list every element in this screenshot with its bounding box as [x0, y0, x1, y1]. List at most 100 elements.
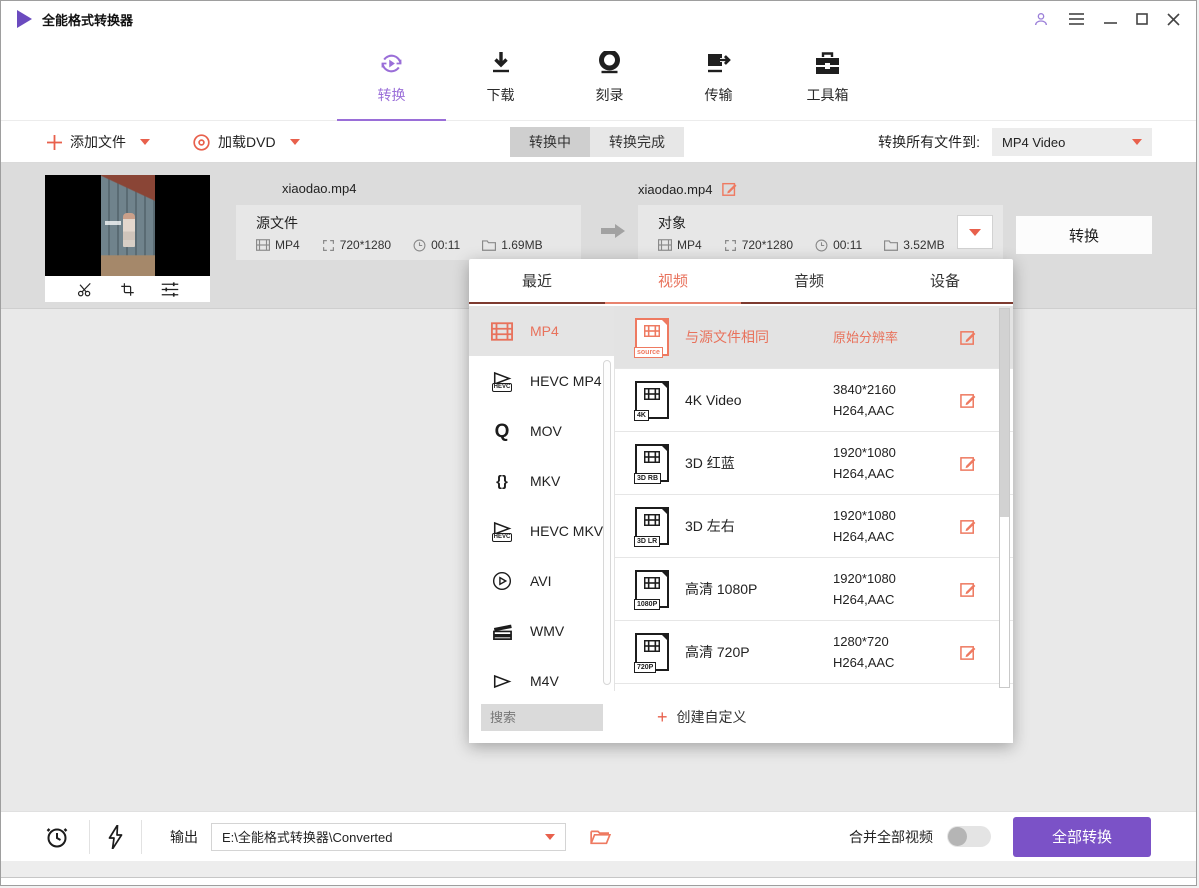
popup-tab-video[interactable]: 视频 [605, 259, 741, 302]
4k-preset-badge-icon: 4K [635, 381, 669, 419]
target-size: 3.52MB [903, 238, 944, 252]
toolbar: 添加文件 加载DVD 转换中 转换完成 转换所有文件到: MP4 Video [1, 121, 1196, 163]
preset-specs: 1920*1080H264,AAC [833, 442, 896, 484]
trim-scissors-icon[interactable] [77, 282, 94, 297]
preset-name: 高清 1080P [685, 579, 833, 599]
source-resolution: 720*1280 [340, 238, 391, 252]
divider [89, 820, 90, 854]
edit-preset-icon[interactable] [960, 455, 977, 472]
folder-icon [482, 239, 496, 251]
edit-preset-icon[interactable] [960, 581, 977, 598]
nav-tab-label: 下载 [487, 85, 515, 105]
format-label: MKV [530, 473, 560, 489]
nav-tab-transfer[interactable]: 传输 [664, 43, 773, 105]
title-bar: 全能格式转换器 [1, 1, 1196, 37]
popup-tab-audio[interactable]: 音频 [741, 259, 877, 302]
preset-row-3d-redblue[interactable]: 3D RB 3D 红蓝 1920*1080H264,AAC [615, 432, 1013, 495]
duration-clock-icon [413, 239, 426, 252]
preset-row-source[interactable]: source 与源文件相同 原始分辨率 [615, 306, 1013, 369]
maximize-icon[interactable] [1136, 13, 1148, 25]
nav-tab-burn[interactable]: 刻录 [555, 43, 664, 105]
tab-converted[interactable]: 转换完成 [590, 127, 684, 157]
preset-resolution: 原始分辨率 [833, 327, 898, 348]
film-icon [658, 239, 672, 251]
film-icon [256, 239, 270, 251]
convert-all-to-label: 转换所有文件到: [878, 132, 980, 152]
m4v-icon [487, 674, 517, 689]
preset-row-hd-1080p[interactable]: 1080P 高清 1080P 1920*1080H264,AAC [615, 558, 1013, 621]
format-item-m4v[interactable]: M4V [469, 656, 614, 691]
close-icon[interactable] [1167, 13, 1180, 26]
toggle-knob [948, 827, 967, 846]
format-list-scrollbar[interactable] [603, 360, 611, 685]
high-speed-icon[interactable] [108, 825, 123, 849]
target-panel-title: 对象 [658, 213, 1003, 233]
load-dvd-label: 加载DVD [218, 132, 276, 152]
dvd-icon [193, 134, 210, 151]
format-item-hevc-mp4[interactable]: HEVC HEVC MP4 [469, 356, 614, 406]
format-label: MP4 [530, 323, 559, 339]
popup-tab-device[interactable]: 设备 [877, 259, 1013, 302]
toolbox-icon [814, 49, 841, 77]
3d-lr-preset-badge-icon: 3D LR [635, 507, 669, 545]
preset-row-4k[interactable]: 4K 4K Video 3840*2160H264,AAC [615, 369, 1013, 432]
convert-all-button[interactable]: 全部转换 [1013, 817, 1151, 857]
format-select-popup: 最近 视频 音频 设备 MP4 HEVC [469, 259, 1013, 743]
load-dvd-button[interactable]: 加载DVD [193, 121, 300, 163]
crop-icon[interactable] [120, 282, 135, 297]
chevron-down-icon [1132, 139, 1142, 145]
chevron-down-icon [545, 834, 555, 840]
convert-status-tabs: 转换中 转换完成 [510, 127, 684, 157]
menu-icon[interactable] [1068, 12, 1085, 26]
nav-tab-download[interactable]: 下载 [446, 43, 555, 105]
edit-preset-icon[interactable] [960, 392, 977, 409]
nav-tab-toolbox[interactable]: 工具箱 [773, 43, 882, 105]
effects-sliders-icon[interactable] [161, 282, 179, 297]
add-files-label: 添加文件 [70, 132, 126, 152]
add-files-button[interactable]: 添加文件 [47, 121, 150, 163]
popup-tabs: 最近 视频 音频 设备 [469, 259, 1013, 304]
target-format: MP4 [677, 238, 702, 252]
preset-list-scrollbar[interactable] [999, 308, 1010, 688]
nav-tab-label: 刻录 [596, 85, 624, 105]
output-path-select[interactable]: E:\全能格式转换器\Converted [211, 823, 566, 851]
scrollbar-thumb[interactable] [1000, 309, 1009, 517]
format-item-avi[interactable]: AVI [469, 556, 614, 606]
tab-converting[interactable]: 转换中 [510, 127, 590, 157]
burn-disc-icon [597, 49, 622, 77]
chevron-down-icon [969, 229, 981, 236]
merge-videos-toggle[interactable] [947, 826, 991, 847]
matroska-icon: {} [487, 474, 517, 489]
window-bottom-edge [1, 861, 1196, 878]
preset-row-3d-leftright[interactable]: 3D LR 3D 左右 1920*1080H264,AAC [615, 495, 1013, 558]
nav-tab-convert[interactable]: 转换 [337, 43, 446, 105]
transfer-icon [705, 49, 732, 77]
rename-edit-icon[interactable] [722, 181, 738, 197]
target-format-dropdown-button[interactable] [957, 215, 993, 249]
schedule-alarm-icon[interactable] [45, 825, 69, 849]
source-preset-badge-icon: source [635, 318, 669, 356]
edit-preset-icon[interactable] [960, 518, 977, 535]
format-item-wmv[interactable]: WMV [469, 606, 614, 656]
convert-all-to-select[interactable]: MP4 Video [992, 128, 1152, 156]
popup-footer: + 创建自定义 [469, 691, 1013, 743]
convert-arrow-icon [599, 223, 627, 239]
create-custom-button[interactable]: + 创建自定义 [657, 707, 747, 727]
popup-tab-recent[interactable]: 最近 [469, 259, 605, 302]
format-item-mov[interactable]: Q MOV [469, 406, 614, 456]
minimize-icon[interactable] [1104, 13, 1117, 25]
divider [141, 820, 142, 854]
output-label: 输出 [170, 827, 198, 847]
convert-button[interactable]: 转换 [1015, 215, 1153, 255]
open-folder-icon[interactable] [590, 828, 611, 845]
format-item-mp4[interactable]: MP4 [469, 306, 614, 356]
film-icon [487, 322, 517, 341]
format-item-mkv[interactable]: {} MKV [469, 456, 614, 506]
plus-icon: + [657, 708, 668, 726]
preset-row-hd-720p[interactable]: 720P 高清 720P 1280*720H264,AAC [615, 621, 1013, 684]
user-account-icon[interactable] [1033, 11, 1049, 27]
edit-preset-icon[interactable] [960, 644, 977, 661]
edit-preset-icon[interactable] [960, 329, 977, 346]
format-item-hevc-mkv[interactable]: HEVC HEVC MKV [469, 506, 614, 556]
search-input[interactable] [481, 704, 603, 731]
